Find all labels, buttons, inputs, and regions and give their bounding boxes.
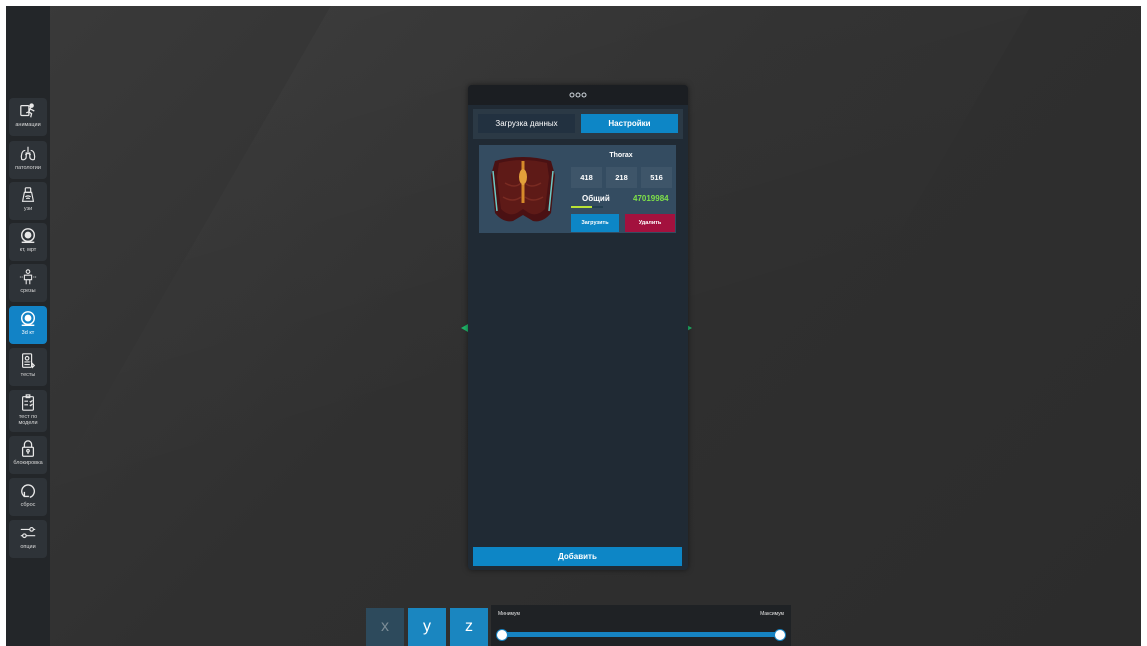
sidebar-item-label: патологии [15, 165, 41, 171]
sidebar-item-reset[interactable]: сброс [9, 478, 47, 516]
sidebar-item-label: узи [23, 206, 33, 212]
range-min-handle[interactable] [496, 629, 508, 641]
sidebar-item-ct-mri[interactable]: кт, мрт [9, 223, 47, 261]
lungs-icon [20, 146, 36, 161]
range-max-label: Максимум [760, 611, 784, 617]
sidebar-item-label: опции [20, 544, 36, 550]
ct-scanner-icon [20, 311, 36, 327]
load-progress-fill [571, 206, 592, 208]
running-figure-icon [20, 103, 35, 118]
range-max-handle[interactable] [774, 629, 786, 641]
tab-settings[interactable]: Настройки [581, 114, 678, 133]
total-label: Общий [582, 194, 610, 203]
reset-icon [21, 484, 36, 498]
panel-drag-handle[interactable] [468, 85, 688, 105]
ultrasound-probe-icon [21, 187, 35, 202]
3d-viewport[interactable]: анимации патологии узи кт, мрт срезы 3d … [6, 6, 1141, 646]
sidebar-item-label: тесты [20, 372, 36, 378]
sidebar-item-label: сброс [20, 502, 36, 508]
dataset-title: Thorax [609, 152, 633, 159]
ct-scanner-icon [20, 228, 36, 244]
sidebar-item-label: 3d кт [21, 330, 35, 336]
sidebar-item-label: блокировка [13, 460, 43, 466]
sidebar-item-lock[interactable]: блокировка [9, 436, 47, 474]
delete-button[interactable]: Удалить [625, 214, 675, 232]
load-button[interactable]: Загрузить [571, 214, 619, 232]
axis-x-button[interactable]: x [366, 608, 404, 646]
range-slider-box: Минимум Максимум [491, 605, 791, 646]
axis-z-button[interactable]: z [450, 608, 488, 646]
ct-data-panel: Загрузка данных Настройки Thorax 418 218… [468, 85, 688, 570]
dim-y-value: 218 [606, 167, 637, 188]
body-slices-icon [19, 269, 37, 285]
more-dots-icon[interactable] [569, 92, 587, 98]
range-min-label: Минимум [498, 611, 520, 617]
sidebar-item-label: тест по модели [18, 414, 38, 426]
sidebar-item-pathologies[interactable]: патологии [9, 141, 47, 179]
sidebar-item-options[interactable]: опции [9, 520, 47, 558]
sidebar-item-tests[interactable]: тесты [9, 348, 47, 386]
load-progress-bar [571, 206, 603, 208]
sidebar-item-label: анимации [15, 122, 41, 128]
sidebar-item-3d-ct[interactable]: 3d кт [9, 306, 47, 344]
thorax-thumbnail [491, 157, 555, 222]
total-value: 47019984 [633, 194, 669, 203]
dataset-card: Thorax 418 218 516 Общий 47019984 Загруз… [479, 145, 676, 233]
sidebar-item-label: срезы [20, 288, 36, 294]
lock-icon [21, 440, 35, 457]
sidebar-item-model-test[interactable]: тест по модели [9, 390, 47, 432]
sidebar: анимации патологии узи кт, мрт срезы 3d … [6, 6, 50, 646]
sidebar-item-slices[interactable]: срезы [9, 264, 47, 302]
sidebar-item-ultrasound[interactable]: узи [9, 182, 47, 220]
panel-tabs: Загрузка данных Настройки [473, 109, 683, 139]
tab-data-loading[interactable]: Загрузка данных [478, 114, 575, 133]
sidebar-item-label: кт, мрт [19, 247, 37, 253]
sidebar-item-animations[interactable]: анимации [9, 98, 47, 136]
checklist-clipboard-icon [22, 394, 34, 411]
range-track[interactable] [500, 632, 780, 637]
dim-x-value: 418 [571, 167, 602, 188]
test-document-icon [22, 353, 36, 369]
dim-z-value: 516 [641, 167, 672, 188]
add-button[interactable]: Добавить [473, 547, 682, 566]
sliders-icon [20, 527, 36, 539]
axis-y-button[interactable]: y [408, 608, 446, 646]
